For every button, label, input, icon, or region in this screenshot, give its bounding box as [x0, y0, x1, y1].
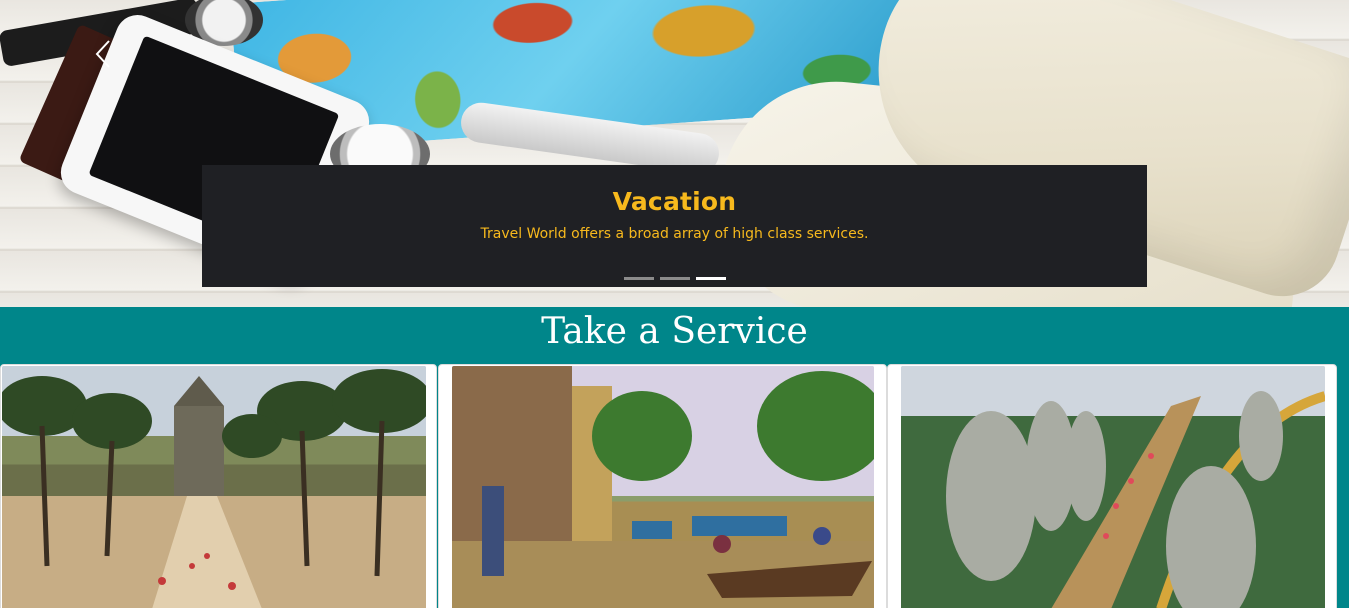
- temple-palm-trees-photo: [2, 366, 426, 608]
- bridge-illustration: [901, 366, 1325, 608]
- carousel-indicator-3[interactable]: [695, 277, 726, 280]
- service-card-2[interactable]: [438, 364, 887, 608]
- carousel-prev-button[interactable]: [88, 38, 118, 78]
- caption-title: Vacation: [612, 187, 737, 216]
- street-illustration: [452, 366, 874, 608]
- caption-text: Travel World offers a broad array of hig…: [480, 226, 869, 242]
- carousel-caption: Vacation Travel World offers a broad arr…: [202, 165, 1147, 287]
- carousel-indicator-1[interactable]: [623, 277, 654, 280]
- temple-illustration: [2, 366, 426, 608]
- service-section: Take a Service: [0, 307, 1349, 608]
- carousel-indicator-2[interactable]: [659, 277, 690, 280]
- service-card-1[interactable]: [0, 364, 437, 608]
- hero-carousel: Vacation Travel World offers a broad arr…: [0, 0, 1349, 307]
- flooded-street-boats-photo: [452, 366, 874, 608]
- service-heading: Take a Service: [541, 311, 808, 352]
- carousel-indicators: [202, 277, 1147, 280]
- chevron-left-icon: [95, 40, 110, 68]
- golden-bridge-hands-photo: [901, 366, 1325, 608]
- service-card-3[interactable]: [887, 364, 1337, 608]
